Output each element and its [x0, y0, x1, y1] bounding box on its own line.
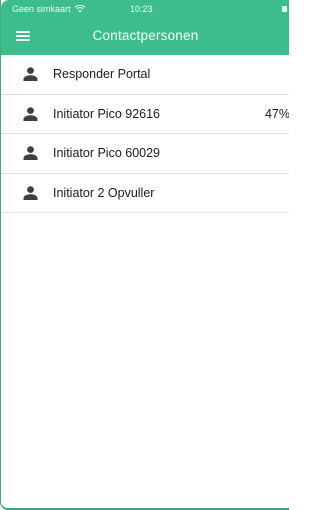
contact-item-responder-portal[interactable]: Responder Portal — [1, 55, 289, 95]
contact-item-initiator-pico-92616[interactable]: Initiator Pico 92616 47% — [1, 95, 289, 134]
contact-name: Initiator Pico 60029 — [53, 146, 161, 160]
wifi-icon — [75, 5, 86, 13]
person-icon — [23, 146, 38, 160]
contact-name: Initiator Pico 92616 — [53, 106, 161, 121]
battery-icon — [282, 6, 287, 12]
contact-level: 47% — [264, 106, 289, 121]
app-screen: Geen simkaart 10:23 Contactpersonen Resp… — [0, 0, 289, 510]
page-title: Contactpersonen — [92, 28, 199, 43]
contact-item-initiator-pico-60029[interactable]: Initiator Pico 60029 — [1, 134, 289, 174]
person-icon — [23, 185, 38, 200]
status-time: 10:23 — [130, 4, 153, 14]
status-bar: Geen simkaart 10:23 — [1, 0, 289, 17]
navigation-bar: Contactpersonen — [1, 17, 289, 55]
app-header: Geen simkaart 10:23 Contactpersonen — [1, 0, 289, 55]
person-icon — [23, 106, 38, 121]
carrier-label: Geen simkaart — [12, 4, 71, 14]
person-icon — [23, 67, 38, 81]
contact-name: Responder Portal — [53, 67, 151, 81]
contact-name: Initiator 2 Opvuller — [53, 185, 155, 200]
carrier-indicator: Geen simkaart — [12, 4, 86, 14]
contact-item-initiator-2-opvuller[interactable]: Initiator 2 Opvuller — [1, 174, 289, 213]
contact-list: Responder Portal Initiator Pico 92616 47… — [1, 55, 289, 213]
